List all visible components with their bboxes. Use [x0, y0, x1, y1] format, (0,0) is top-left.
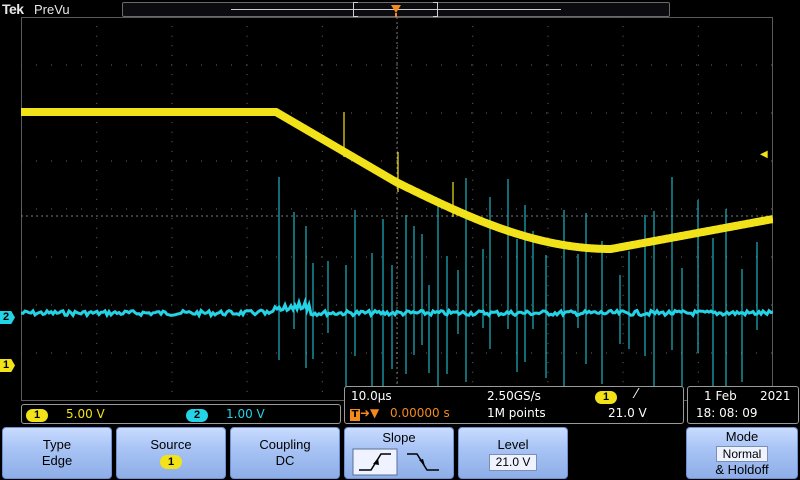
mode-label: Mode	[725, 429, 759, 444]
slope-selector	[352, 448, 439, 476]
channel-2-badge: 2	[186, 409, 208, 422]
record-view-right-bracket	[433, 2, 438, 17]
trigger-source-badge: 1	[595, 391, 617, 404]
datetime-readout: 1 Feb 2021 18: 08: 09	[687, 386, 799, 424]
time-value: 18: 08: 09	[696, 406, 758, 420]
acquisition-status: PreVu	[34, 2, 70, 17]
channel-1-badge: 1	[26, 409, 48, 422]
type-menu-button[interactable]: Type Edge	[2, 427, 112, 479]
falling-arrow-icon	[419, 459, 425, 466]
sample-rate-value: 2.50GS/s	[487, 389, 541, 403]
coupling-label: Coupling	[259, 437, 311, 452]
coupling-menu-button[interactable]: Coupling DC	[230, 427, 340, 479]
trigger-slope-icon: ⁄	[635, 387, 638, 402]
timebase-value: 10.0µs	[351, 389, 392, 403]
type-label: Type	[42, 437, 72, 452]
delay-value: 0.00000 s	[390, 406, 450, 420]
channel-1-scale: 5.00 V	[66, 407, 105, 421]
coupling-value: DC	[275, 453, 295, 468]
record-length-value: 1M points	[487, 406, 546, 420]
year-value: 2021	[760, 389, 791, 403]
horizontal-readout[interactable]: 10.0µs 2.50GS/s 1 ⁄ T ➜▼ 0.00000 s 1M poi…	[344, 386, 684, 424]
channel-1-ground-marker[interactable]: 1	[0, 359, 15, 372]
delay-icon: T ➜▼	[350, 406, 380, 421]
channel-2-scale: 1.00 V	[226, 407, 265, 421]
level-value: 21.0 V	[488, 454, 538, 471]
record-view-left-bracket	[353, 2, 358, 17]
level-menu-button[interactable]: Level 21.0 V	[458, 427, 568, 479]
mode-value: Normal	[715, 446, 769, 462]
channel-scale-readout[interactable]: 1 5.00 V 2 1.00 V	[21, 404, 341, 424]
date-value: 1 Feb	[704, 389, 737, 403]
channel-2-ground-marker[interactable]: 2	[0, 311, 15, 324]
level-label: Level	[497, 437, 529, 452]
type-value: Edge	[41, 453, 73, 468]
source-value: 1	[159, 455, 183, 469]
trigger-level-value: 21.0 V	[608, 406, 647, 420]
source-label: Source	[150, 437, 192, 452]
trigger-level-arrow-icon: ◀	[760, 149, 768, 160]
mode-menu-button[interactable]: Mode Normal & Holdoff	[686, 427, 798, 479]
source-menu-button[interactable]: Source 1	[116, 427, 226, 479]
mode-value-holdoff: & Holdoff	[715, 462, 769, 477]
slope-label: Slope	[382, 430, 416, 445]
slope-menu-button[interactable]: Slope	[344, 427, 454, 479]
waveform-graticule[interactable]	[21, 17, 773, 401]
brand-logo: Tek	[2, 1, 24, 17]
